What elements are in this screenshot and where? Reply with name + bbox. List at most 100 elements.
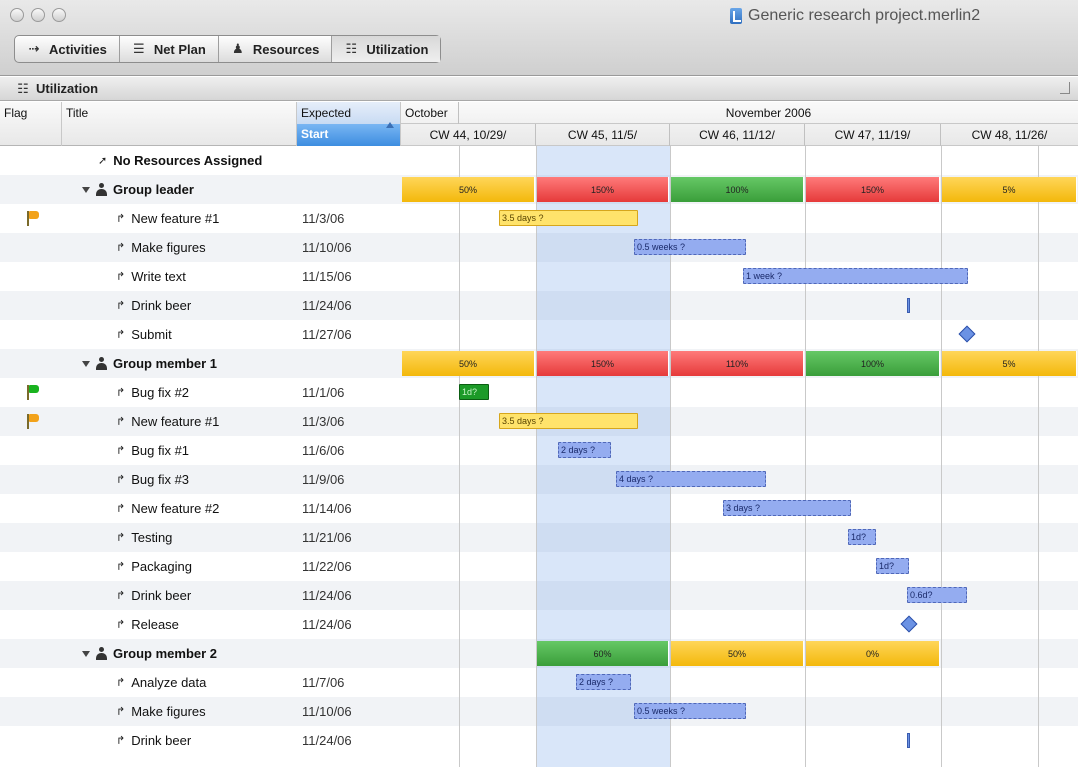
group-title[interactable]: Group member 2	[82, 639, 217, 668]
row-title-text: Drink beer	[131, 733, 192, 748]
task-title[interactable]: ↱ Testing	[116, 523, 172, 552]
task-row[interactable]: ↱ New feature #2 11/14/06	[0, 494, 1078, 523]
disclosure-triangle-icon[interactable]	[82, 650, 90, 657]
expected-start-value: 11/10/06	[302, 704, 352, 719]
window-title-text: Generic research project.merlin2	[748, 7, 981, 24]
task-title[interactable]: ↱ Bug fix #3	[116, 465, 189, 494]
task-bar[interactable]	[907, 298, 910, 313]
row-title-text: Analyze data	[131, 675, 207, 690]
column-header-title[interactable]: Title	[62, 102, 297, 146]
minimize-button[interactable]	[31, 8, 45, 22]
task-bar[interactable]: 0.5 weeks ?	[634, 239, 746, 255]
task-bar[interactable]: 0.5 weeks ?	[634, 703, 746, 719]
row-title-text: New feature #1	[131, 211, 220, 226]
task-bar[interactable]: 2 days ?	[576, 674, 631, 690]
tab-label: Activities	[49, 41, 107, 57]
week-cw45: CW 45, 11/5/	[536, 124, 670, 146]
task-bar[interactable]: 1 week ?	[743, 268, 968, 284]
task-title[interactable]: ↱ Drink beer	[116, 291, 191, 320]
disclosure-triangle-icon[interactable]	[82, 186, 90, 193]
disclosure-triangle-icon[interactable]	[82, 360, 90, 367]
activity-icon: ↱	[116, 387, 126, 399]
group-row[interactable]: Group leader	[0, 175, 1078, 204]
activities-icon: ⇢	[28, 41, 40, 56]
task-row[interactable]: ↱ Bug fix #2 11/1/06	[0, 378, 1078, 407]
group-row[interactable]: Group member 2	[0, 639, 1078, 668]
row-title-text: Bug fix #2	[131, 385, 190, 400]
task-title[interactable]: ↱ Bug fix #1	[116, 436, 189, 465]
task-row[interactable]: ↱ Bug fix #3 11/9/06	[0, 465, 1078, 494]
tab-utilization[interactable]: ☷ Utilization	[332, 36, 441, 62]
task-title[interactable]: ↱ New feature #1	[116, 204, 219, 233]
column-title-label: Title	[66, 106, 89, 120]
task-row[interactable]: ↱ Drink beer 11/24/06	[0, 726, 1078, 755]
task-title[interactable]: ↱ Analyze data	[116, 668, 206, 697]
task-title[interactable]: ↱ Submit	[116, 320, 172, 349]
task-title[interactable]: ↱ New feature #2	[116, 494, 219, 523]
tab-net-plan[interactable]: ☰ Net Plan	[120, 36, 219, 62]
task-row[interactable]: ↱ Packaging 11/22/06	[0, 552, 1078, 581]
task-row[interactable]: ↱ Make figures 11/10/06	[0, 233, 1078, 262]
row-title-text: Submit	[131, 327, 172, 342]
group-title[interactable]: Group member 1	[82, 349, 217, 378]
tab-label: Utilization	[366, 41, 429, 57]
activity-icon: ↱	[116, 561, 126, 573]
task-title[interactable]: ↱ Release	[116, 610, 179, 639]
netplan-icon: ☰	[132, 41, 145, 56]
task-title[interactable]: ↱ Drink beer	[116, 726, 191, 755]
task-bar[interactable]: 1d?	[876, 558, 909, 574]
column-header-flag[interactable]: Flag	[0, 102, 62, 146]
task-bar[interactable]	[907, 733, 910, 748]
task-title[interactable]: ↱ Write text	[116, 262, 186, 291]
green-flag-icon[interactable]	[24, 384, 40, 402]
group-title[interactable]: Group leader	[82, 175, 194, 204]
task-title[interactable]: ↱ Bug fix #2	[116, 378, 189, 407]
task-bar[interactable]: 3.5 days ?	[499, 210, 638, 226]
task-title[interactable]: ↱ Packaging	[116, 552, 192, 581]
activity-icon: ↱	[116, 416, 126, 428]
task-title[interactable]: ↱ New feature #1	[116, 407, 219, 436]
task-bar[interactable]: 2 days ?	[558, 442, 611, 458]
column-header-expected-start[interactable]: Expected Start	[297, 102, 401, 146]
orange-flag-icon[interactable]	[24, 210, 40, 228]
resize-grip-icon[interactable]	[1060, 82, 1070, 94]
task-bar[interactable]: 3 days ?	[723, 500, 851, 516]
expected-start-value: 11/7/06	[302, 675, 345, 690]
zoom-button[interactable]	[52, 8, 66, 22]
task-row[interactable]: ↱ Drink beer 11/24/06	[0, 291, 1078, 320]
expected-start-value: 11/1/06	[302, 385, 345, 400]
activity-icon: ↱	[116, 503, 126, 515]
row-title-text: Drink beer	[131, 298, 192, 313]
month-november: November 2006	[725, 106, 812, 120]
expected-start-value: 11/21/06	[302, 530, 352, 545]
group-title[interactable]: ➚ No Resources Assigned	[98, 146, 262, 175]
close-button[interactable]	[10, 8, 24, 22]
row-title-text: Release	[131, 617, 179, 632]
activity-icon: ↱	[116, 300, 126, 312]
task-bar[interactable]: 4 days ?	[616, 471, 766, 487]
column-start-label-2: Start	[297, 124, 400, 146]
task-row[interactable]: ↱ Analyze data 11/7/06	[0, 668, 1078, 697]
task-bar[interactable]: 3.5 days ?	[499, 413, 638, 429]
activity-icon: ↱	[116, 474, 126, 486]
tab-resources[interactable]: ♟ Resources	[219, 36, 333, 62]
task-title[interactable]: ↱ Drink beer	[116, 581, 191, 610]
tab-activities[interactable]: ⇢ Activities	[15, 36, 120, 62]
group-row[interactable]: ➚ No Resources Assigned	[0, 146, 1078, 175]
task-row[interactable]: ↱ Testing 11/21/06	[0, 523, 1078, 552]
task-bar[interactable]: 0.6d?	[907, 587, 967, 603]
orange-flag-icon[interactable]	[24, 413, 40, 431]
task-row[interactable]: ↱ Bug fix #1 11/6/06	[0, 436, 1078, 465]
expected-start-value: 11/24/06	[302, 588, 352, 603]
task-bar[interactable]: 1d?	[459, 384, 489, 400]
task-title[interactable]: ↱ Make figures	[116, 697, 206, 726]
expected-start-value: 11/22/06	[302, 559, 352, 574]
task-row[interactable]: ↱ Submit 11/27/06	[0, 320, 1078, 349]
activity-icon: ↱	[116, 619, 126, 631]
task-row[interactable]: ↱ Make figures 11/10/06	[0, 697, 1078, 726]
group-row[interactable]: Group member 1	[0, 349, 1078, 378]
week-cw47: CW 47, 11/19/	[805, 124, 941, 146]
task-bar[interactable]: 1d?	[848, 529, 876, 545]
expected-start-value: 11/14/06	[302, 501, 352, 516]
task-title[interactable]: ↱ Make figures	[116, 233, 206, 262]
